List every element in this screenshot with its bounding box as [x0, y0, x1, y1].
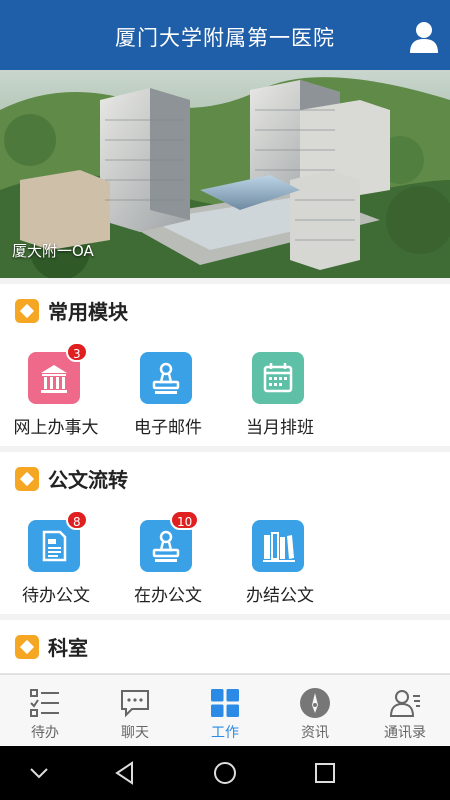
section-header-departments: 科室: [0, 620, 450, 674]
chevron-down-icon[interactable]: [28, 760, 50, 786]
section-title: 常用模块: [48, 300, 128, 324]
section-header-document-flow: 公文流转: [0, 452, 450, 506]
tab-label: 资讯: [301, 725, 329, 741]
module-label: 在办公文: [134, 586, 202, 606]
section-marker-icon: [15, 635, 39, 659]
tab-label: 工作: [211, 725, 239, 741]
contacts-icon: [389, 690, 420, 717]
page-title: 厦门大学附属第一医院: [115, 26, 335, 50]
module-tile-online-affairs[interactable]: 3 网上办事大: [0, 334, 112, 446]
module-tile-monthly-schedule[interactable]: 当月排班: [224, 334, 336, 446]
home-icon[interactable]: [212, 760, 238, 786]
compass-icon: [300, 688, 330, 718]
tab-work[interactable]: 工作: [180, 675, 270, 747]
module-label: 待办公文: [22, 586, 90, 606]
app-header: 厦门大学附属第一医院: [0, 0, 450, 70]
banner-caption: 厦大附一OA: [12, 242, 94, 260]
chat-icon: [121, 690, 149, 718]
stamp-icon: [140, 352, 192, 404]
module-tile-in-progress-docs[interactable]: 10 在办公文: [112, 502, 224, 614]
notification-badge: 8: [66, 510, 88, 530]
section-title: 科室: [48, 636, 88, 660]
user-icon[interactable]: [408, 20, 440, 54]
section-marker-icon: [15, 467, 39, 491]
module-tile-pending-docs[interactable]: 8 待办公文: [0, 502, 112, 614]
checklist-icon: [30, 689, 59, 717]
module-label: 电子邮件: [134, 418, 202, 438]
tab-contacts[interactable]: 通讯录: [360, 675, 450, 747]
calendar-icon: [252, 352, 304, 404]
tab-label: 待办: [31, 725, 59, 741]
tab-label: 通讯录: [384, 725, 426, 741]
back-icon[interactable]: [112, 760, 138, 786]
module-label: 办结公文: [246, 586, 314, 606]
books-icon: [252, 520, 304, 572]
grid-icon: [211, 689, 239, 717]
tab-news[interactable]: 资讯: [270, 675, 360, 747]
notification-badge: 3: [66, 342, 88, 362]
notification-badge: 10: [170, 510, 200, 530]
recent-apps-icon[interactable]: [312, 760, 338, 786]
section-header-common-modules: 常用模块: [0, 284, 450, 338]
tab-todo[interactable]: 待办: [0, 675, 90, 747]
section-body-document-flow: 8 待办公文 10 在办公文 办结公文: [0, 502, 450, 614]
tab-label: 聊天: [121, 725, 149, 741]
module-tile-completed-docs[interactable]: 办结公文: [224, 502, 336, 614]
app-root: 厦门大学附属第一医院 厦大附一OA 常用模块 3 网上办事大 电子邮件 当月排班…: [0, 0, 450, 800]
section-body-common-modules: 3 网上办事大 电子邮件 当月排班: [0, 334, 450, 446]
tab-chat[interactable]: 聊天: [90, 675, 180, 747]
bottom-tab-bar: 待办 聊天 工作 资讯 通讯录: [0, 674, 450, 746]
section-marker-icon: [15, 299, 39, 323]
section-title: 公文流转: [48, 468, 128, 492]
module-label: 当月排班: [246, 418, 314, 438]
module-label: 网上办事大: [13, 418, 99, 438]
system-navigation-bar: [0, 746, 450, 800]
module-tile-email[interactable]: 电子邮件: [112, 334, 224, 446]
